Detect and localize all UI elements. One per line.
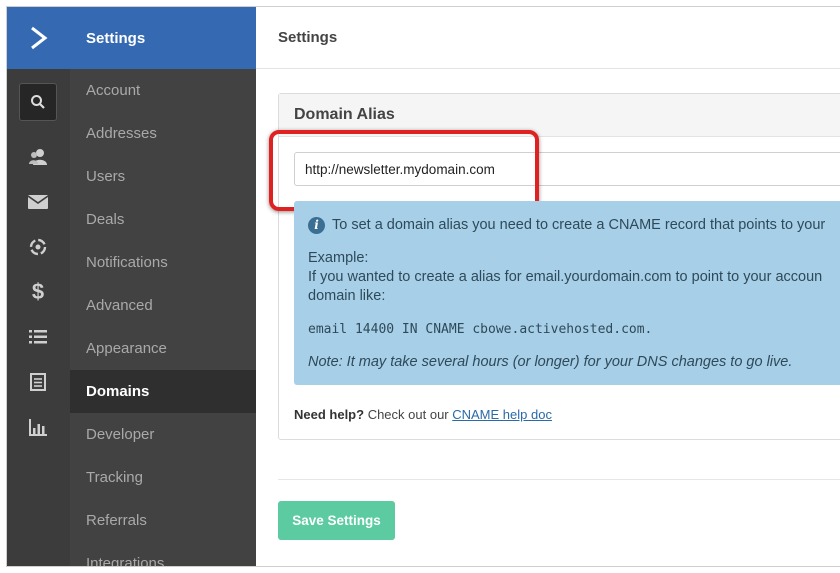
mail-icon[interactable] [24,188,52,216]
nav-item-appearance[interactable]: Appearance [70,327,256,370]
nav-item-referrals[interactable]: Referrals [70,499,256,542]
help-sentence: Check out our [364,407,453,422]
search-icon[interactable] [19,83,57,121]
info-box: i To set a domain alias you need to crea… [294,201,840,385]
cname-help-link[interactable]: CNAME help doc [452,407,552,422]
example-text: If you wanted to create a alias for emai… [308,269,823,285]
nav-item-developer[interactable]: Developer [70,413,256,456]
list-icon[interactable] [24,323,52,351]
settings-nav: Settings Account Addresses Users Deals N… [70,7,256,566]
main-content: Settings Domain Alias i To set a domain … [256,7,840,566]
save-settings-button[interactable]: Save Settings [278,501,395,540]
automations-icon[interactable] [24,233,52,261]
logo-chevron-icon[interactable] [7,7,70,69]
reports-icon[interactable] [24,413,52,441]
domain-alias-input[interactable] [294,152,840,186]
help-text: Need help? Check out our CNAME help doc [294,407,552,422]
cname-example-code: email 14400 IN CNAME cbowe.activehosted.… [308,322,653,337]
nav-item-integrations[interactable]: Integrations [70,542,256,566]
help-label: Need help? [294,407,365,422]
domain-alias-panel: Domain Alias i To set a domain alias you… [269,93,840,440]
forms-icon[interactable] [24,368,52,396]
app-window: $ Settings Account Addresses Users Deals… [6,6,840,567]
info-icon: i [308,217,325,234]
nav-item-domains[interactable]: Domains [70,370,256,413]
nav-item-notifications[interactable]: Notifications [70,241,256,284]
nav-item-account[interactable]: Account [70,69,256,112]
nav-item-addresses[interactable]: Addresses [70,112,256,155]
contacts-icon[interactable] [24,143,52,171]
divider [278,479,840,480]
dns-note: Note: It may take several hours (or long… [308,354,793,370]
icon-rail: $ [7,7,70,566]
nav-header: Settings [70,7,256,69]
info-line: To set a domain alias you need to create… [332,217,826,233]
nav-item-deals[interactable]: Deals [70,198,256,241]
example-text-cont: domain like: [308,288,386,304]
nav-item-users[interactable]: Users [70,155,256,198]
panel-title: Domain Alias [279,94,840,137]
page-title: Settings [256,7,840,69]
nav-item-tracking[interactable]: Tracking [70,456,256,499]
example-label: Example: [308,250,369,266]
dollar-icon[interactable]: $ [24,278,52,306]
nav-item-advanced[interactable]: Advanced [70,284,256,327]
